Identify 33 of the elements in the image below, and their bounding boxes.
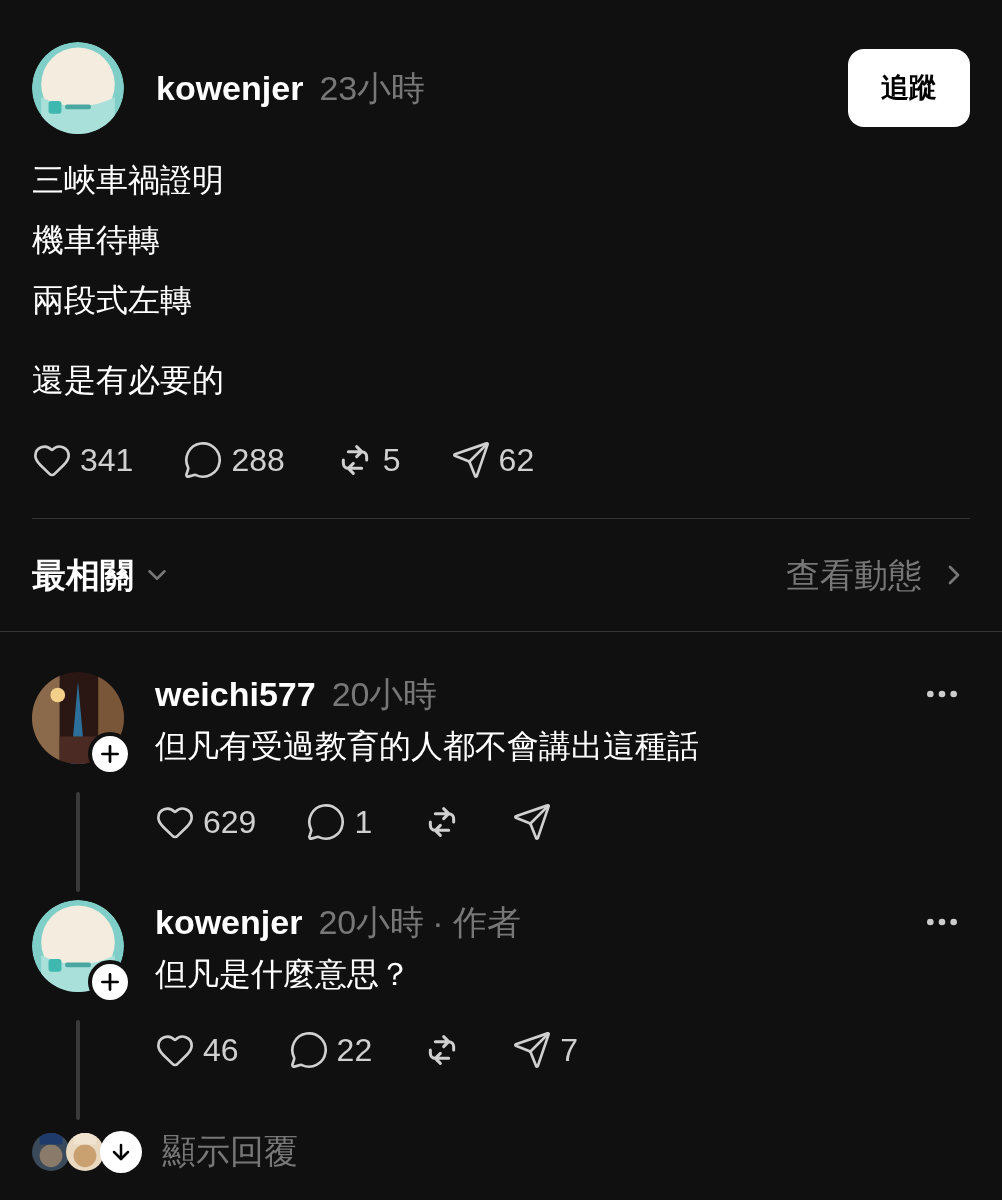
author-tag: · 作者 [432,896,521,948]
sort-label[interactable]: 最相關 [32,549,134,601]
post-time: 23小時 [319,67,426,109]
username[interactable]: weichi577 [155,668,316,720]
post-text: 機車待轉 [32,221,161,260]
post-text: 兩段式左轉 [32,281,193,320]
send-icon[interactable] [450,440,491,480]
username[interactable]: kowenjer [155,896,303,948]
comment-icon[interactable] [183,440,224,480]
activity-link[interactable]: 查看動態 [786,549,922,601]
stat-count: 341 [80,441,134,480]
follow-button[interactable]: 追蹤 [848,49,970,127]
send-icon[interactable] [512,1030,553,1070]
post-text: 三峽車禍證明 [32,161,225,200]
username[interactable]: kowenjer [156,62,304,114]
arrow-down-icon[interactable] [100,1130,142,1173]
send-icon[interactable] [512,802,553,842]
stat-count: 7 [560,1031,578,1070]
stat-count: 288 [231,441,285,480]
stat-count: 62 [498,441,535,480]
stat-count: 5 [382,441,401,480]
stat-count: 22 [336,1031,373,1070]
reply-text: 但凡是什麼意思？ [155,955,412,994]
reply-time: 20小時 [318,901,425,943]
post-text: 還是有必要的 [32,361,225,400]
reply-time: 20小時 [331,673,438,715]
stat-count: 1 [354,803,373,842]
reply-text: 但凡有受過教育的人都不會講出這種話 [155,727,700,766]
comment-icon[interactable] [306,802,347,842]
show-replies-link[interactable]: 顯示回覆 [162,1126,298,1177]
stat-count: 46 [203,1031,239,1070]
comment-icon[interactable] [288,1030,329,1070]
stat-count: 629 [203,803,257,842]
